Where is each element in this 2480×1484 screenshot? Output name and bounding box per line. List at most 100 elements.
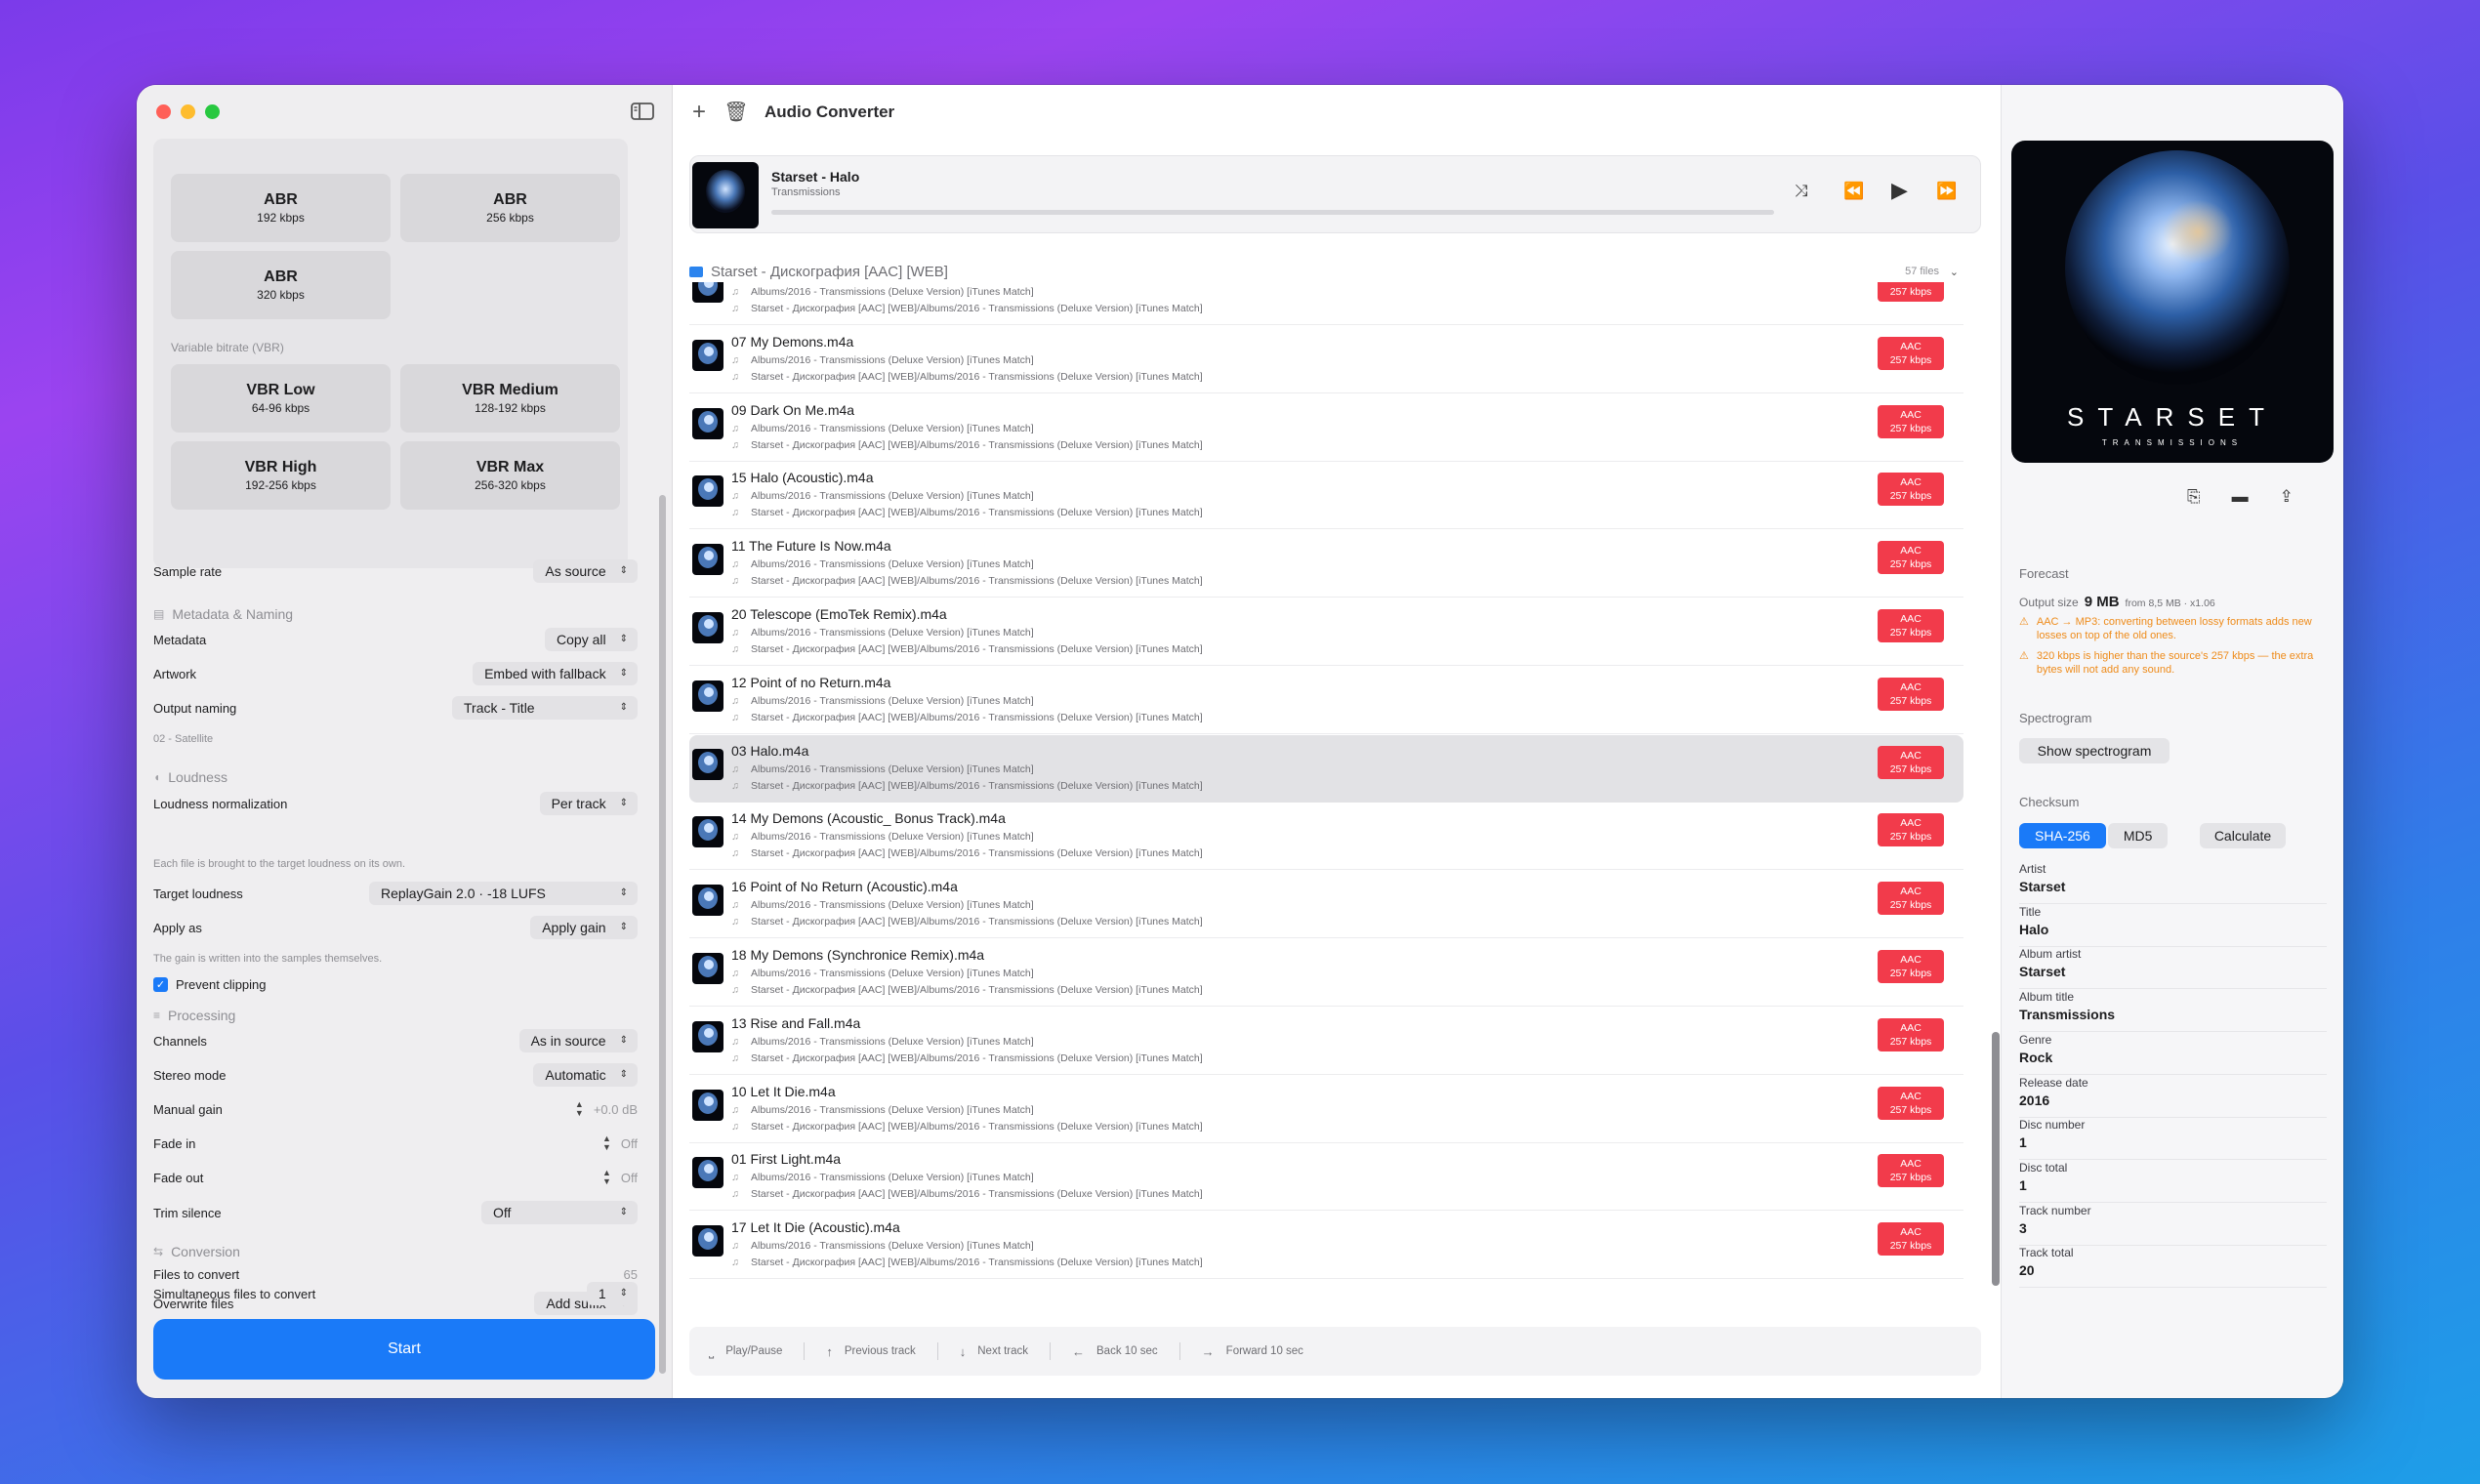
minimize-window-button[interactable]: [181, 104, 195, 119]
file-row[interactable]: 17 Let It Die (Acoustic).m4a ♫ Albums/2016…: [689, 1212, 1963, 1280]
file-row[interactable]: 15 Halo (Acoustic).m4a ♫ Albums/2016 - Tra…: [689, 462, 1963, 530]
chevron-updown-icon: ⇕: [619, 565, 628, 576]
metadata-value[interactable]: Halo: [2019, 922, 2327, 937]
stereo-mode-select[interactable]: Automatic ⇕: [533, 1063, 638, 1087]
file-row[interactable]: 07 My Demons.m4a ♫ Albums/2016 - Transmiss…: [689, 326, 1963, 393]
metadata-field[interactable]: Album artist Starset: [2019, 947, 2327, 990]
artwork-select[interactable]: Embed with fallback ⇕: [473, 662, 638, 685]
trim-silence-select[interactable]: Off ⇕: [481, 1201, 638, 1224]
chevron-down-icon[interactable]: ⌄: [1950, 266, 1959, 278]
metadata-select[interactable]: Copy all ⇕: [545, 628, 638, 651]
fade-out-stepper[interactable]: ▲ ▼: [602, 1169, 611, 1186]
track-artwork: [692, 475, 723, 508]
sha256-option[interactable]: SHA-256: [2019, 823, 2106, 848]
target-loudness-select[interactable]: ReplayGain 2.0 · -18 LUFS ⇕: [369, 882, 638, 905]
close-window-button[interactable]: [156, 104, 171, 119]
md5-option[interactable]: MD5: [2107, 823, 2169, 848]
prevent-clipping-checkbox[interactable]: ✓: [153, 976, 168, 992]
file-source-path: ♫ Albums/2016 - Transmissions (Deluxe Ver…: [731, 1104, 1034, 1116]
metadata-value[interactable]: 20: [2019, 1262, 2327, 1278]
settings-scrollbar[interactable]: [659, 495, 666, 1374]
playback-progress[interactable]: [771, 210, 1774, 215]
fade-in-stepper[interactable]: ▲ ▼: [602, 1134, 611, 1152]
chevron-updown-icon: ⇕: [619, 702, 628, 713]
preset-abr-320[interactable]: ABR 320 kbps: [171, 251, 391, 319]
shuffle-icon[interactable]: ⤨: [1795, 182, 1808, 201]
metadata-key: Title: [2019, 904, 2042, 919]
metadata-value[interactable]: 1: [2019, 1134, 2327, 1150]
loudness-norm-select[interactable]: Per track ⇕: [539, 792, 638, 815]
metadata-field[interactable]: Disc total 1: [2019, 1161, 2327, 1203]
simultaneous-select[interactable]: 1 ⇕: [586, 1282, 638, 1305]
file-list-scrollbar[interactable]: [1992, 1032, 2000, 1286]
file-row[interactable]: 12 Point of no Return.m4a ♫ Albums/2016 - …: [689, 667, 1963, 734]
trash-icon[interactable]: 🗑: [722, 98, 751, 127]
play-icon[interactable]: ▶: [1891, 178, 1908, 203]
file-row[interactable]: 16 Point of No Return (Acoustic).m4a ♫ Alb…: [689, 871, 1963, 939]
metadata-value[interactable]: 2016: [2019, 1092, 2327, 1108]
metadata-value[interactable]: 1: [2019, 1177, 2327, 1193]
metadata-value[interactable]: Rock: [2019, 1050, 2327, 1065]
preset-abr-256[interactable]: ABR 256 kbps: [400, 174, 620, 242]
fast-forward-icon[interactable]: ⏩: [1936, 182, 1957, 201]
metadata-field[interactable]: Artist Starset: [2019, 862, 2327, 904]
shortcut-item: → Forward 10 sec: [1202, 1344, 1303, 1359]
manual-gain-stepper[interactable]: ▲ ▼: [575, 1100, 584, 1118]
metadata-value[interactable]: Transmissions: [2019, 1007, 2327, 1022]
metadata-value[interactable]: Starset: [2019, 964, 2327, 979]
fade-in-row: Fade in ▲ ▼ Off: [153, 1131, 638, 1156]
manual-gain-value: +0.0 dB: [593, 1101, 638, 1117]
share-icon[interactable]: ⇪: [2280, 487, 2294, 507]
preset-vbr-high[interactable]: VBR High 192-256 kbps: [171, 441, 391, 510]
apply-as-select[interactable]: Apply gain ⇕: [530, 916, 638, 939]
copy-icon[interactable]: ⎘: [2187, 487, 2201, 507]
metadata-field[interactable]: Genre Rock: [2019, 1033, 2327, 1075]
file-row[interactable]: 10 Let It Die.m4a ♫ Albums/2016 - Transmis…: [689, 1076, 1963, 1143]
file-dest-text: Starset - Дискография [AAC] [WEB]/Albums…: [751, 984, 1203, 996]
sample-rate-select[interactable]: As source ⇕: [533, 559, 638, 583]
show-spectrogram-button[interactable]: Show spectrogram: [2019, 738, 2170, 763]
file-row[interactable]: 03 Halo.m4a ♫ Albums/2016 - Transmissions …: [689, 734, 1963, 803]
channels-select[interactable]: As in source ⇕: [518, 1029, 638, 1052]
output-naming-select[interactable]: Track - Title ⇕: [452, 696, 638, 720]
folder-header[interactable]: Starset - Дискография [AAC] [WEB] 57 fil…: [689, 261, 1968, 282]
metadata-field[interactable]: Release date 2016: [2019, 1076, 2327, 1118]
artwork-row: Artwork Embed with fallback ⇕: [153, 661, 638, 686]
simultaneous-row: Simultaneous files to convert 1 ⇕: [153, 1281, 638, 1306]
preset-abr-192[interactable]: ABR 192 kbps: [171, 174, 391, 242]
shortcut-label: Back 10 sec: [1096, 1345, 1158, 1357]
metadata-field[interactable]: Disc number 1: [2019, 1118, 2327, 1161]
target-loudness-row: Target loudness ReplayGain 2.0 · -18 LUF…: [153, 881, 638, 906]
file-row[interactable]: 04 Carnivore.m4a♫Albums/2016 - Transmiss…: [689, 282, 1963, 325]
add-files-icon[interactable]: +: [684, 98, 714, 127]
file-source-text: Albums/2016 - Transmissions (Deluxe Vers…: [751, 1240, 1034, 1253]
file-row[interactable]: 11 The Future Is Now.m4a ♫ Albums/2016 - T…: [689, 530, 1963, 598]
file-row[interactable]: 14 My Demons (Acoustic_ Bonus Track).m4a…: [689, 803, 1963, 871]
metadata-value[interactable]: 3: [2019, 1220, 2327, 1236]
file-row[interactable]: 18 My Demons (Synchronice Remix).m4a ♫ Alb…: [689, 939, 1963, 1007]
preset-vbr-max[interactable]: VBR Max 256-320 kbps: [400, 441, 620, 510]
metadata-field[interactable]: Album title Transmissions: [2019, 990, 2327, 1033]
settings-scroll-area[interactable]: ABR 192 kbps ABR 256 kbps ABR 320 kbps V…: [137, 139, 664, 1325]
file-source-text: Albums/2016 - Transmissions (Deluxe Vers…: [751, 627, 1034, 639]
file-row[interactable]: 01 First Light.m4a ♫ Albums/2016 - Transmi…: [689, 1143, 1963, 1212]
file-row[interactable]: 20 Telescope (EmoTek Remix).m4a ♫ Albums/2…: [689, 598, 1963, 666]
track-artwork: [692, 1020, 723, 1052]
preset-vbr-low[interactable]: VBR Low 64-96 kbps: [171, 364, 391, 433]
file-row[interactable]: 09 Dark On Me.m4a ♫ Albums/2016 - Transmis…: [689, 394, 1963, 462]
folder-icon[interactable]: ▬: [2232, 487, 2249, 507]
shortcut-item: ↑ Previous track: [826, 1344, 915, 1359]
calculate-button[interactable]: Calculate: [2200, 823, 2286, 848]
metadata-field[interactable]: Track number 3: [2019, 1204, 2327, 1246]
file-row[interactable]: 13 Rise and Fall.m4a ♫ Albums/2016 - Trans…: [689, 1008, 1963, 1075]
format-badge: AAC257 kbps: [1878, 745, 1944, 779]
zoom-window-button[interactable]: [205, 104, 220, 119]
format-badge: AAC257 kbps: [1878, 1222, 1944, 1257]
metadata-field[interactable]: Track total 20: [2019, 1246, 2327, 1289]
start-button[interactable]: Start: [153, 1319, 655, 1380]
rewind-icon[interactable]: ⏪: [1843, 182, 1864, 201]
preset-vbr-medium[interactable]: VBR Medium 128-192 kbps: [400, 364, 620, 433]
metadata-value[interactable]: Starset: [2019, 879, 2327, 894]
metadata-field[interactable]: Title Halo: [2019, 905, 2327, 947]
sidebar-toggle-icon[interactable]: [630, 101, 655, 122]
